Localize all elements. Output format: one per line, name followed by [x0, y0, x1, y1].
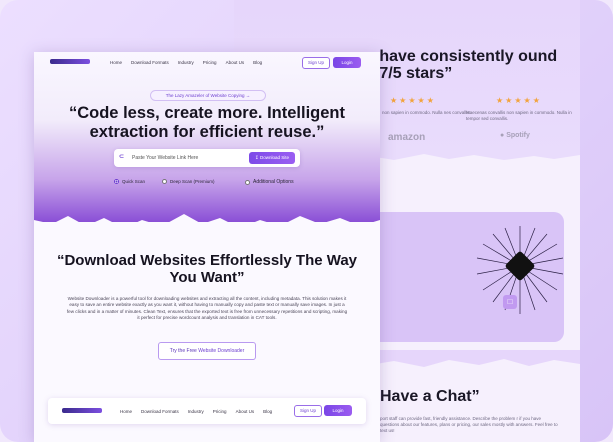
option-additional[interactable]: Additional Options: [245, 179, 294, 185]
sticky-nav-preview: Home Download Formats Industry Pricing A…: [48, 398, 366, 424]
nav-link-home[interactable]: Home: [120, 409, 132, 414]
nav-link-about[interactable]: About Us: [236, 409, 255, 414]
amazon-logo: amazon: [388, 132, 426, 143]
spotify-label: Spotify: [506, 132, 530, 139]
chat-heading: Have a Chat”: [380, 388, 480, 405]
try-downloader-button[interactable]: Try the Free Website Downloader: [158, 342, 256, 360]
nav-links: Home Download Formats Industry Pricing A…: [120, 409, 272, 414]
signup-button[interactable]: Sign Up: [302, 57, 330, 69]
nav-links: Home Download Formats Industry Pricing A…: [110, 60, 262, 65]
screenshot-frame: s have consistently ound 4.7/5 stars” ★★…: [0, 0, 613, 442]
url-input[interactable]: [132, 152, 242, 164]
download-site-button[interactable]: ↧ Download Site: [249, 152, 295, 164]
radio-icon[interactable]: [114, 179, 119, 184]
signup-button[interactable]: Sign Up: [294, 405, 322, 417]
site-logo[interactable]: [62, 408, 102, 413]
torn-edge-divider: [34, 214, 380, 236]
rating-stars: ★★★★★: [496, 96, 542, 105]
nav-link-industry[interactable]: Industry: [178, 60, 194, 65]
nav-link-download-formats[interactable]: Download Formats: [131, 60, 169, 65]
nav-link-pricing[interactable]: Pricing: [203, 60, 217, 65]
download-icon: ↧: [254, 155, 259, 160]
testimonial-quote: Maecenas convallis non sapien in commodo…: [466, 110, 572, 121]
section-paragraph: Website Downloader is a powerful tool fo…: [66, 296, 348, 321]
main-page: Home Download Formats Industry Pricing A…: [34, 52, 380, 442]
login-button[interactable]: Login: [324, 405, 352, 416]
nav-link-blog[interactable]: Blog: [253, 60, 262, 65]
option-label: Quick Scan: [122, 179, 146, 184]
nav-link-blog[interactable]: Blog: [263, 409, 272, 414]
nav-link-industry[interactable]: Industry: [188, 409, 204, 414]
spotify-logo: ● Spotify: [500, 132, 530, 139]
gift-icon-small: □: [503, 295, 517, 309]
rating-stars: ★★★★★: [390, 96, 436, 105]
nav-link-about[interactable]: About Us: [226, 60, 245, 65]
login-button[interactable]: Login: [333, 57, 361, 68]
nav-link-home[interactable]: Home: [110, 60, 122, 65]
nav-link-pricing[interactable]: Pricing: [213, 409, 227, 414]
chat-text: port staff can provide fast, friendly as…: [380, 416, 558, 433]
scan-options: Quick Scan Deep Scan (Premium) Additiona…: [114, 179, 304, 189]
option-quick-scan[interactable]: Quick Scan: [114, 179, 145, 184]
hero-title: “Code less, create more. Intelligent ext…: [68, 104, 345, 141]
url-search-box: ⊂ ↧ Download Site: [114, 149, 300, 167]
site-logo[interactable]: [50, 59, 90, 64]
top-nav: Home Download Formats Industry Pricing A…: [34, 52, 380, 74]
radio-icon[interactable]: [162, 179, 167, 184]
nav-link-download-formats[interactable]: Download Formats: [141, 409, 179, 414]
option-label: Deep Scan (Premium): [170, 179, 215, 184]
cta-prefix: Try the Free: [169, 348, 199, 354]
tagline-badge[interactable]: The Lazy Amazeler of Website Copying →: [150, 90, 266, 101]
cta-emphasis: Website Downloader: [198, 348, 245, 354]
radio-icon[interactable]: [245, 179, 250, 185]
option-deep-scan[interactable]: Deep Scan (Premium): [162, 179, 215, 184]
link-icon: ⊂: [119, 154, 125, 160]
download-site-label: Download Site: [260, 155, 290, 160]
section-title: “Download Websites Effortlessly The Way …: [56, 252, 358, 286]
spotify-icon: ●: [500, 132, 505, 139]
testimonials-heading: s have consistently ound 4.7/5 stars”: [366, 48, 558, 82]
option-label: Additional Options: [253, 179, 294, 185]
